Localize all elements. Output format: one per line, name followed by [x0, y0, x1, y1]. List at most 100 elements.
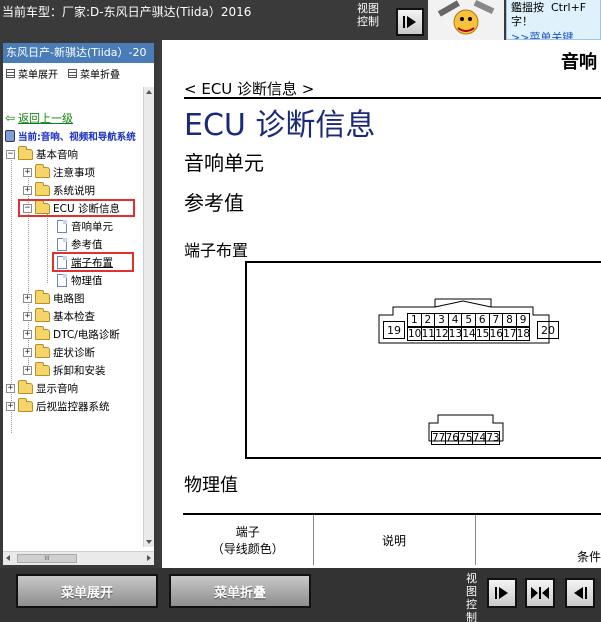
view-control-label: 视图控制 [466, 572, 477, 622]
scroll-thumb[interactable]: III [17, 554, 77, 563]
horizontal-scrollbar[interactable]: III [3, 551, 154, 565]
expand-icon[interactable]: + [23, 329, 32, 339]
menu-icon [6, 68, 15, 78]
expand-icon[interactable]: + [6, 383, 15, 393]
header-condition: 条件 [576, 550, 601, 564]
connector-pins-row2: 10 11 12 13 14 15 16 17 18 [407, 327, 531, 341]
expand-icon[interactable]: + [23, 185, 32, 195]
document-icon [57, 219, 67, 233]
folder-icon [18, 379, 33, 394]
previous-page-button[interactable] [565, 578, 595, 608]
connector-pin: 17 [502, 327, 517, 341]
tree-item-basic-audio[interactable]: − 基本音响 [6, 145, 78, 163]
vertical-scrollbar[interactable] [143, 87, 154, 547]
search-tip-box: 鑑搵按 Ctrl+F 字！ >>菜单关键 [506, 0, 601, 40]
menu-collapse-button[interactable]: 菜单折叠 [169, 574, 311, 608]
tree-item-physical-value[interactable]: 物理值 [57, 271, 103, 289]
split-arrows-icon [531, 587, 549, 599]
next-button[interactable] [396, 8, 424, 36]
collapse-icon[interactable]: − [6, 149, 15, 159]
folder-icon [35, 307, 50, 322]
panel-title: 东风日产-新骐达(Tiida）-20 [3, 43, 154, 63]
subheading-reference-value: 参考值 [184, 191, 244, 215]
connector-pins-bottom: 77 76 75 74 73 [431, 431, 500, 445]
tree-item-dtc-diagnosis[interactable]: + DTC/电路诊断 [23, 325, 120, 343]
tree-item-rear-view-monitor[interactable]: + 后视监控器系统 [6, 397, 110, 415]
connector-pin: 77 [431, 431, 446, 445]
connector-pin: 76 [444, 431, 460, 445]
expand-icon[interactable]: + [23, 365, 32, 375]
scroll-right-icon[interactable] [147, 555, 151, 561]
current-vehicle-label: 当前车型：厂家:D-东风日产骐达(Tiida）2016 [2, 5, 252, 19]
connector-pin: 16 [488, 327, 504, 341]
connector-pin: 4 [447, 313, 463, 327]
expand-icon[interactable]: + [6, 401, 15, 411]
arrow-right-icon [495, 587, 508, 599]
tree-item-circuit-diagram[interactable]: + 电路图 [23, 289, 85, 307]
connector-pin: 8 [502, 313, 517, 327]
menu-collapse-link[interactable]: 菜单折叠 [68, 66, 120, 81]
folder-icon [35, 163, 50, 178]
mascot-image [428, 0, 504, 40]
tree-item-basic-check[interactable]: + 基本检查 [23, 307, 95, 325]
tree-item-system-description[interactable]: + 系统说明 [23, 181, 95, 199]
connector-pin: 5 [461, 313, 476, 327]
current-path-row: 当前:音响、视频和导航系统 [5, 127, 136, 145]
tree-item-notes[interactable]: + 注意事项 [23, 163, 95, 181]
header-description: 说明 [313, 515, 476, 565]
computer-icon [5, 130, 15, 142]
back-arrow-icon: ⇦ [5, 111, 16, 125]
expand-icon[interactable]: + [23, 347, 32, 357]
document-icon [57, 273, 67, 287]
connector-pin: 74 [471, 431, 487, 445]
section-heading-top: 音响 [561, 52, 597, 73]
connector-drawing [378, 298, 550, 442]
menu-expand-button[interactable]: 菜单展开 [16, 574, 158, 608]
arrow-right-icon [403, 16, 416, 28]
tree-item-removal-installation[interactable]: + 拆卸和安装 [23, 361, 106, 379]
connector-pin: 11 [420, 327, 436, 341]
connector-pin: 14 [461, 327, 476, 341]
page-title: ECU 诊断信息 [184, 108, 376, 143]
split-view-button[interactable] [525, 578, 555, 608]
bottom-bar: 菜单展开 菜单折叠 视图控制 [0, 568, 601, 622]
folder-icon [35, 325, 50, 340]
scroll-left-icon[interactable] [6, 555, 10, 561]
scroll-up-icon[interactable] [146, 90, 152, 94]
breadcrumb: < ECU 诊断信息 > [184, 80, 315, 98]
menu-keyword-link[interactable]: >>菜单关键 [511, 31, 596, 39]
tree-item-reference-value[interactable]: 参考值 [57, 235, 103, 253]
connector-pin: 9 [515, 313, 531, 327]
expand-icon[interactable]: + [23, 167, 32, 177]
connector-pin: 73 [485, 431, 500, 445]
connector-pin: 15 [474, 327, 490, 341]
menu-icon [68, 68, 77, 78]
connector-pin: 13 [447, 327, 463, 341]
connector-pin: 6 [474, 313, 490, 327]
tree-item-display-audio[interactable]: + 显示音响 [6, 379, 78, 397]
folder-icon [35, 343, 50, 358]
tree-item-symptom-diagnosis[interactable]: + 症状诊断 [23, 343, 95, 361]
connector-pins-row1: 1 2 3 4 5 6 7 8 9 [407, 313, 531, 327]
connector-pin: 7 [488, 313, 504, 327]
expand-icon[interactable]: + [23, 311, 32, 321]
table-header-row: 端子 （导线颜色） 说明 条件 [183, 515, 601, 565]
expand-icon[interactable]: + [23, 293, 32, 303]
search-tip-text: 鑑搵按 Ctrl+F 字！ [511, 1, 587, 28]
subheading-audio-unit: 音响单元 [184, 151, 264, 175]
connector-pin: 1 [407, 313, 422, 327]
back-link-row[interactable]: ⇦ 返回上一级 [5, 109, 73, 127]
connector-pin: 75 [458, 431, 473, 445]
current-path: 当前:音响、视频和导航系统 [18, 132, 136, 143]
connector-pin: 19 [383, 321, 405, 339]
connector-pin: 20 [537, 321, 559, 339]
header-terminal: 端子 （导线颜色） [183, 515, 314, 565]
menu-expand-link[interactable]: 菜单展开 [6, 66, 58, 81]
next-page-button[interactable] [487, 578, 517, 608]
scroll-down-icon[interactable] [146, 540, 152, 544]
navigation-panel: 东风日产-新骐达(Tiida）-20 菜单展开 菜单折叠 ⇦ 返回上一级 当前:… [0, 40, 158, 568]
back-link[interactable]: 返回上一级 [18, 110, 73, 126]
arrow-left-icon [574, 587, 587, 599]
tree-item-audio-unit[interactable]: 音响单元 [57, 217, 113, 235]
connector-diagram: 1 2 3 4 5 6 7 8 9 19 10 11 12 13 14 15 1… [245, 261, 601, 459]
